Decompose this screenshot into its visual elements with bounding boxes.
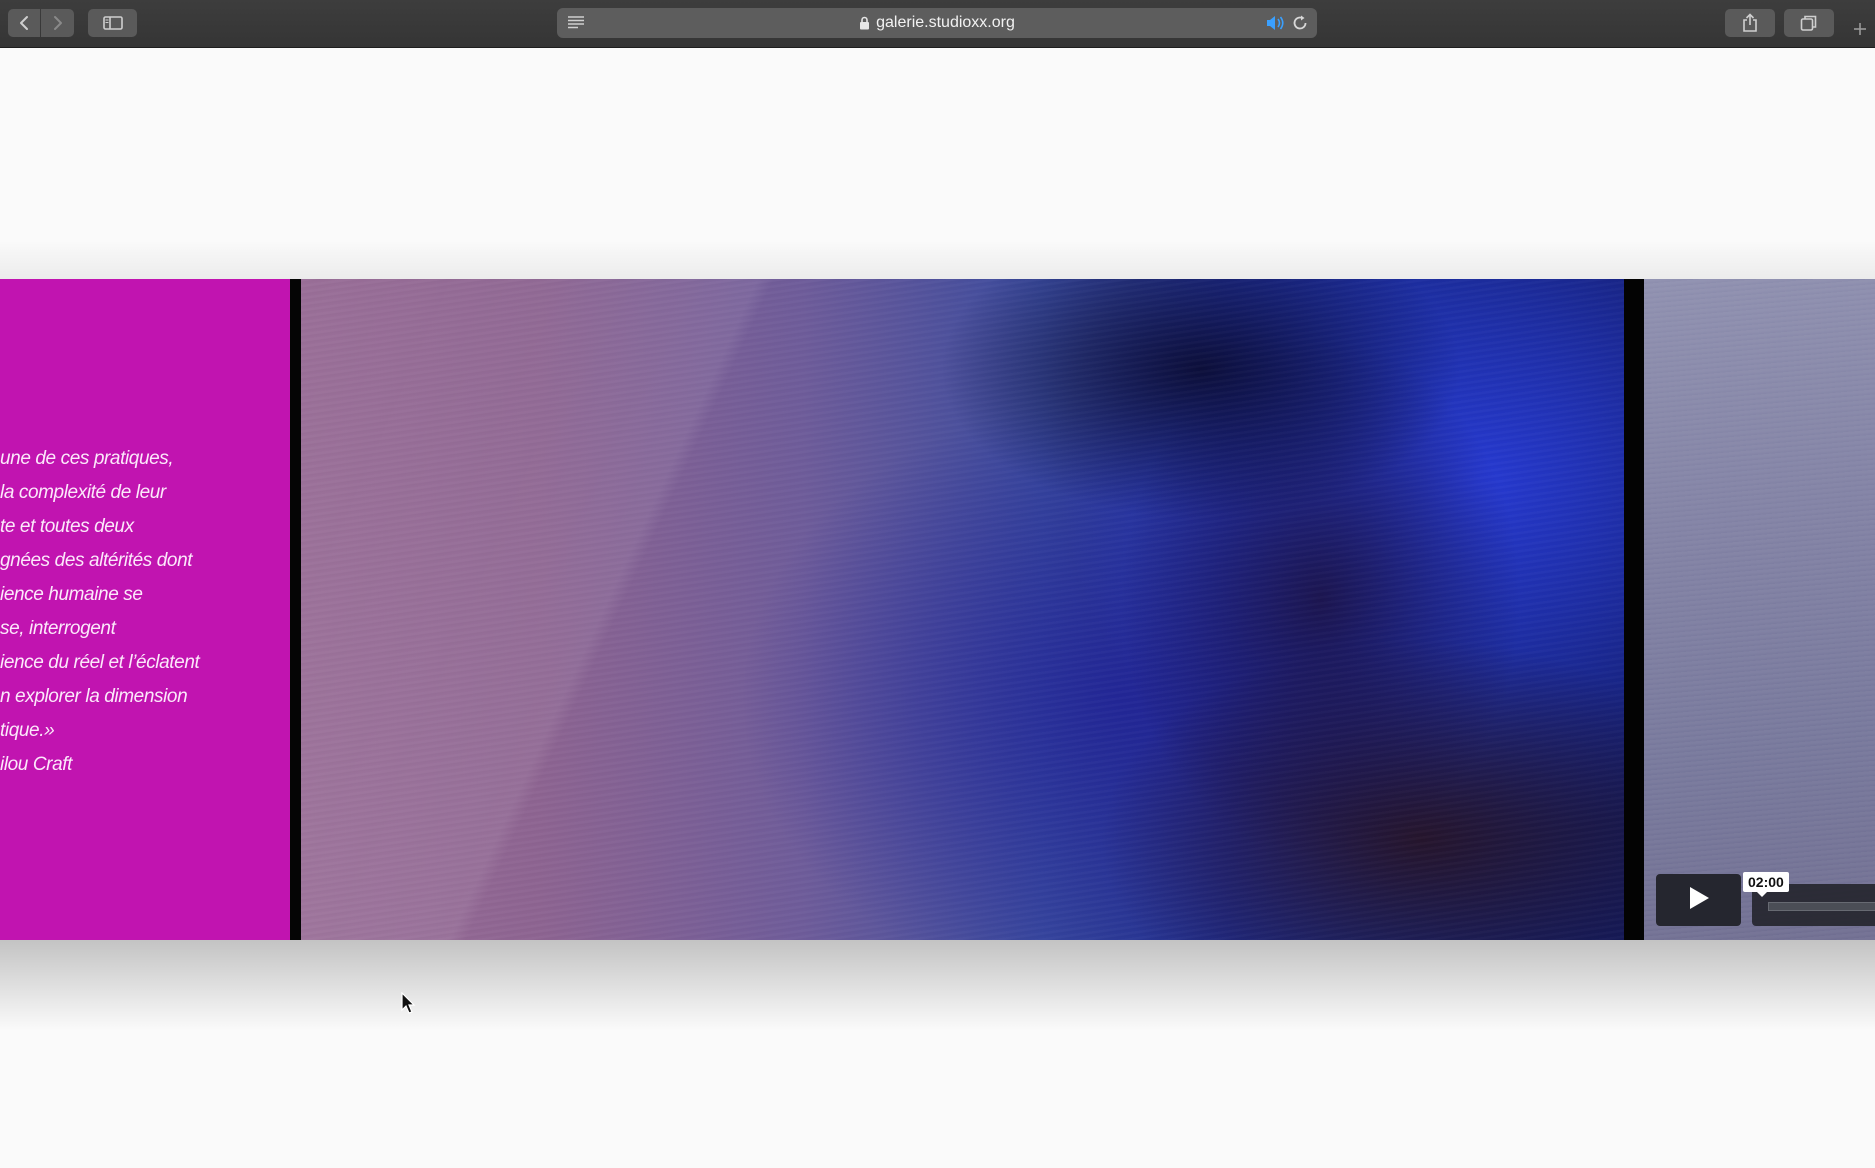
progress-track[interactable] — [1768, 902, 1875, 911]
browser-toolbar: galerie.studioxx.org — [0, 0, 1875, 48]
url-text: galerie.studioxx.org — [876, 14, 1015, 31]
sidebar-button[interactable] — [88, 9, 137, 37]
speaker-icon[interactable] — [1265, 14, 1285, 37]
tabs-overview-icon — [1800, 14, 1818, 32]
video-player[interactable] — [1644, 279, 1875, 940]
quote-line: n explorer la dimension — [0, 686, 188, 707]
share-icon — [1742, 13, 1758, 33]
quote-line: la complexité de leur — [0, 482, 166, 503]
quote-line: gnées des altérités dont — [0, 550, 193, 571]
quote-line: tique.» — [0, 720, 55, 741]
slide-divider — [290, 279, 301, 940]
lock-icon — [859, 16, 870, 30]
band-shadow-bottom — [0, 940, 1875, 1030]
forward-button[interactable] — [41, 9, 74, 37]
play-icon — [1687, 885, 1711, 916]
slide-divider — [1624, 279, 1644, 940]
quote-text: une de ces pratiques, la complexité de l… — [0, 442, 290, 782]
chevron-right-icon — [52, 15, 64, 31]
play-button[interactable] — [1656, 874, 1741, 926]
address-bar[interactable]: galerie.studioxx.org — [557, 8, 1317, 38]
artwork-image — [301, 279, 1624, 940]
band-shadow-top — [0, 240, 1875, 280]
mouse-cursor-icon — [401, 991, 417, 1021]
quote-line: ience du réel et l’éclatent — [0, 652, 200, 673]
gallery-carousel[interactable]: une de ces pratiques, la complexité de l… — [0, 279, 1875, 940]
quote-line: ience humaine se — [0, 584, 143, 605]
plus-icon — [1852, 21, 1868, 42]
tabs-overview-button[interactable] — [1784, 9, 1834, 37]
chevron-left-icon — [18, 15, 30, 31]
back-button[interactable] — [8, 9, 40, 37]
quote-panel: une de ces pratiques, la complexité de l… — [0, 279, 290, 940]
share-button[interactable] — [1725, 9, 1775, 37]
quote-line: une de ces pratiques, — [0, 448, 174, 469]
sidebar-icon — [102, 16, 123, 30]
new-tab-button[interactable] — [1845, 16, 1875, 46]
reload-icon[interactable] — [1291, 14, 1309, 37]
quote-author: ilou Craft — [0, 754, 73, 775]
video-time-tooltip: 02:00 — [1743, 872, 1789, 897]
quote-line: se, interrogent — [0, 618, 116, 639]
quote-line: te et toutes deux — [0, 516, 134, 537]
